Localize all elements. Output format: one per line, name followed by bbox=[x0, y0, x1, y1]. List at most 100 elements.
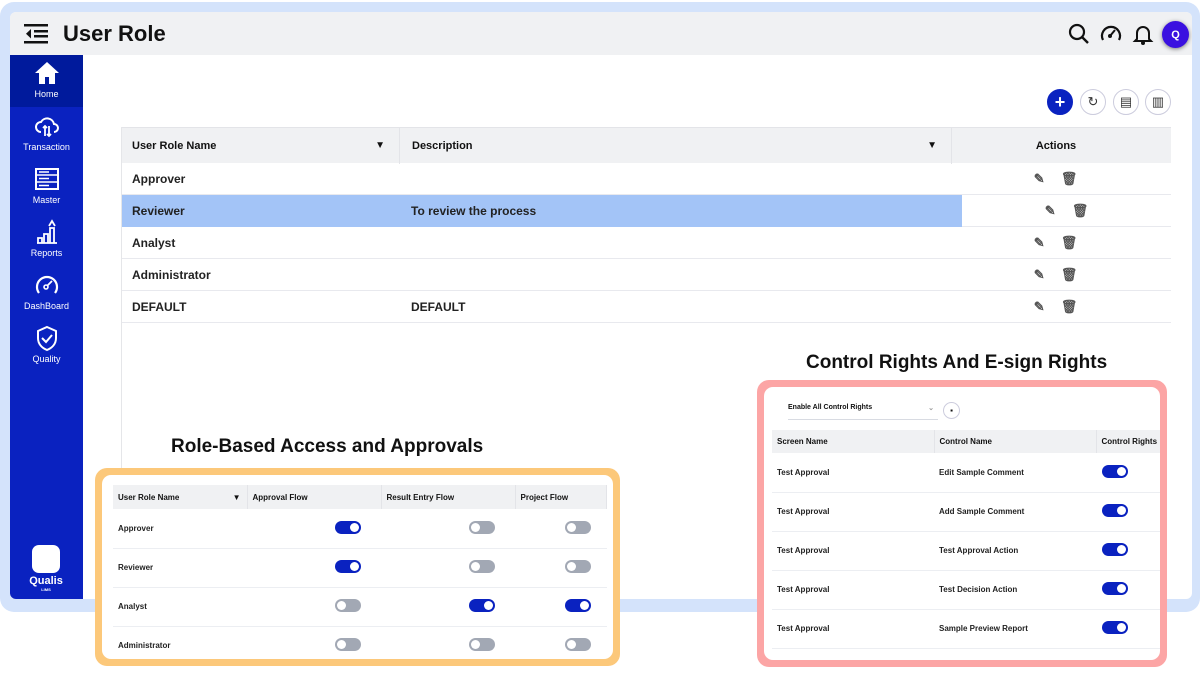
page-title: User Role bbox=[63, 21, 166, 46]
cloud-transfer-icon bbox=[34, 117, 59, 138]
column-header: Result Entry Flow bbox=[381, 485, 516, 509]
control-name: Add Sample Comment bbox=[934, 492, 1096, 532]
trash-icon[interactable]: 🗑 bbox=[1061, 299, 1078, 315]
collapse-menu-icon[interactable] bbox=[24, 24, 48, 44]
table-row: Test Approval Test Approval Action bbox=[772, 531, 1160, 571]
control-name: Test Decision Action bbox=[934, 570, 1096, 610]
trash-icon[interactable]: 🗑 bbox=[1061, 171, 1078, 187]
table-row: Test Approval Test Decision Action bbox=[772, 570, 1160, 610]
role-name: Analyst bbox=[113, 587, 247, 627]
table-row: Administrator bbox=[113, 626, 607, 659]
trash-icon[interactable]: 🗑 bbox=[1072, 203, 1089, 219]
screen-name: Test Approval bbox=[772, 531, 934, 571]
table-row[interactable]: Approver ✎ 🗑 bbox=[122, 163, 1171, 195]
role-flow-table: User Role Name ▼ Approval Flow Result Ent… bbox=[113, 485, 607, 659]
edit-icon[interactable]: ✎ bbox=[1045, 203, 1056, 219]
table-row: Test Approval Edit Sample Comment bbox=[772, 453, 1160, 493]
table-row: Test Approval Sample Preview Report bbox=[772, 609, 1160, 649]
edit-icon[interactable]: ✎ bbox=[1034, 299, 1045, 315]
sidebar-label: DashBoard bbox=[23, 301, 70, 311]
trash-icon[interactable]: 🗑 bbox=[1061, 267, 1078, 283]
sidebar-item-home[interactable]: Home bbox=[10, 55, 83, 107]
flow-toggle[interactable] bbox=[335, 560, 361, 573]
table-row[interactable]: DEFAULT DEFAULT ✎ 🗑 bbox=[122, 291, 1171, 323]
flow-toggle[interactable] bbox=[469, 560, 495, 573]
flow-toggle[interactable] bbox=[469, 638, 495, 651]
role-name: Reviewer bbox=[113, 548, 247, 588]
sidebar-label: Transaction bbox=[23, 142, 70, 152]
control-rights-toggle[interactable] bbox=[1102, 464, 1128, 478]
role-name: DEFAULT bbox=[132, 299, 187, 314]
control-rights-toggle[interactable] bbox=[1102, 621, 1128, 634]
user-avatar[interactable]: Q bbox=[1162, 21, 1189, 48]
filter-icon[interactable]: ▼ bbox=[927, 140, 937, 151]
screen-name: Test Approval bbox=[772, 453, 934, 493]
flow-toggle[interactable] bbox=[469, 599, 495, 612]
column-header: Approval Flow bbox=[247, 485, 382, 509]
flow-toggle[interactable] bbox=[564, 520, 591, 534]
flow-toggle[interactable] bbox=[564, 638, 591, 651]
column-header: Screen Name bbox=[772, 430, 935, 453]
sidebar: Home Transaction Master Reports DashBoar… bbox=[10, 55, 83, 599]
export-pdf-button[interactable]: ▤ bbox=[1113, 89, 1139, 115]
logo-text: Qualis bbox=[29, 575, 63, 587]
enable-rights-dropdown[interactable]: Enable All Control Rights ⌄ bbox=[788, 404, 938, 420]
speedometer-icon[interactable] bbox=[1099, 22, 1123, 46]
control-name: Sample Preview Report bbox=[934, 609, 1096, 649]
control-rights-toggle[interactable] bbox=[1102, 543, 1128, 556]
control-rights-toggle[interactable] bbox=[1102, 504, 1128, 517]
search-icon[interactable] bbox=[1067, 22, 1091, 46]
control-rights-toggle[interactable] bbox=[1102, 582, 1128, 595]
role-name: Approver bbox=[113, 509, 247, 549]
flow-toggle[interactable] bbox=[564, 560, 591, 573]
save-icon[interactable]: ▪ bbox=[943, 402, 960, 419]
screen-name: Test Approval bbox=[772, 609, 934, 649]
annotation-control-rights: Control Rights And E-sign Rights bbox=[806, 352, 1108, 373]
edit-icon[interactable]: ✎ bbox=[1034, 267, 1045, 283]
role-description: DEFAULT bbox=[411, 299, 466, 314]
flow-toggle[interactable] bbox=[335, 638, 361, 651]
sidebar-item-dashboard[interactable]: DashBoard bbox=[10, 267, 83, 319]
table-row: Analyst bbox=[113, 587, 607, 627]
sidebar-item-reports[interactable]: Reports bbox=[10, 214, 83, 266]
control-rights-table: Screen Name Control Name Control Rights T… bbox=[772, 430, 1160, 649]
dropdown-value: Enable All Control Rights bbox=[788, 404, 873, 411]
table-row[interactable]: Administrator ✎ 🗑 bbox=[122, 259, 1171, 291]
sidebar-item-transaction[interactable]: Transaction bbox=[10, 108, 83, 160]
bell-icon[interactable] bbox=[1131, 22, 1155, 46]
filter-icon[interactable]: ▼ bbox=[233, 493, 241, 502]
edit-icon[interactable]: ✎ bbox=[1034, 235, 1045, 251]
export-excel-button[interactable]: ▥ bbox=[1145, 89, 1171, 115]
control-name: Edit Sample Comment bbox=[934, 453, 1096, 493]
top-bar: User Role Q bbox=[10, 12, 1192, 55]
control-name: Test Approval Action bbox=[934, 531, 1096, 571]
table-row[interactable]: Analyst ✎ 🗑 bbox=[122, 227, 1171, 259]
column-header-description[interactable]: Description bbox=[412, 140, 473, 152]
column-header: Project Flow bbox=[515, 485, 607, 509]
edit-icon[interactable]: ✎ bbox=[1034, 171, 1045, 187]
table-row[interactable]: Reviewer To review the process ✎ 🗑 bbox=[122, 194, 1171, 227]
trash-icon[interactable]: 🗑 bbox=[1061, 235, 1078, 251]
column-header-name[interactable]: User Role Name bbox=[132, 140, 216, 152]
sidebar-item-master[interactable]: Master bbox=[10, 161, 83, 213]
role-flow-card: User Role Name ▼ Approval Flow Result Ent… bbox=[95, 468, 620, 666]
sidebar-item-quality[interactable]: Quality bbox=[10, 320, 83, 372]
table-row: Approver bbox=[113, 509, 607, 549]
sidebar-label: Reports bbox=[30, 248, 63, 258]
role-description: To review the process bbox=[411, 203, 537, 218]
add-button[interactable]: + bbox=[1047, 89, 1073, 115]
screen-name: Test Approval bbox=[772, 570, 934, 610]
column-header: User Role Name bbox=[118, 492, 180, 502]
annotation-role-access: Role-Based Access and Approvals bbox=[171, 436, 484, 457]
logo-subtext: LIMS bbox=[41, 587, 51, 592]
role-name: Approver bbox=[132, 171, 186, 186]
flow-toggle[interactable] bbox=[469, 520, 495, 534]
sidebar-label: Home bbox=[34, 89, 59, 99]
refresh-button[interactable]: ↻ bbox=[1080, 89, 1106, 115]
filter-icon[interactable]: ▼ bbox=[375, 140, 385, 151]
flow-toggle[interactable] bbox=[564, 599, 591, 612]
chevron-down-icon: ⌄ bbox=[928, 405, 934, 412]
chart-growth-icon bbox=[36, 219, 57, 244]
flow-toggle[interactable] bbox=[335, 520, 361, 534]
flow-toggle[interactable] bbox=[335, 599, 361, 612]
